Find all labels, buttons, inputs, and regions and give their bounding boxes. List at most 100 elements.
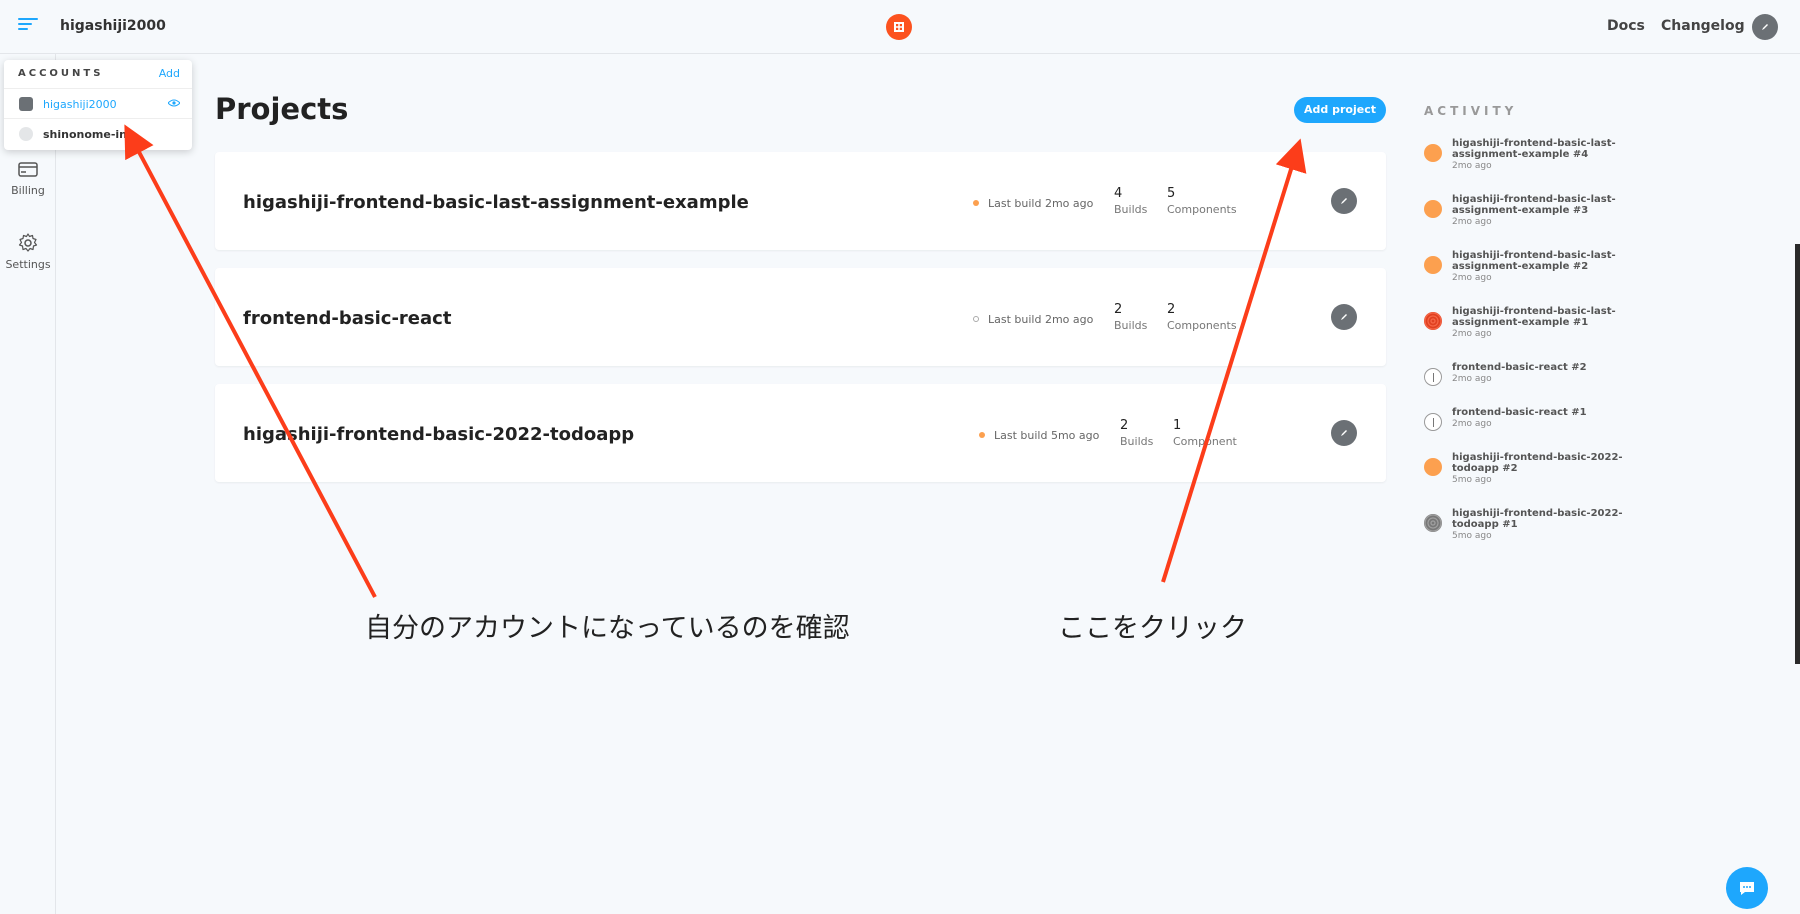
gear-icon [18, 233, 38, 252]
current-account-name[interactable]: higashiji2000 [60, 18, 166, 34]
activity-title: ACTIVITY [1424, 104, 1518, 118]
builds-number: 4 [1114, 186, 1123, 201]
components-label: Components [1167, 319, 1237, 332]
build-status: Last build 2mo ago [973, 197, 1093, 210]
annotation-confirm-account: 自分のアカウントになっているのを確認 [365, 613, 850, 644]
components-count: 1 Component [1173, 418, 1237, 448]
build-status-text: Last build 2mo ago [988, 197, 1094, 210]
add-project-button[interactable]: Add project [1294, 97, 1386, 123]
project-name[interactable]: frontend-basic-react [243, 308, 451, 329]
activity-time: 2mo ago [1452, 374, 1492, 384]
build-status-icon [1424, 368, 1442, 386]
user-avatar[interactable] [1752, 14, 1778, 40]
activity-time: 2mo ago [1452, 161, 1492, 171]
builds-number: 2 [1114, 302, 1123, 317]
activity-text: higashiji-frontend-basic-last-assignment… [1452, 138, 1632, 172]
account-avatar [19, 97, 33, 111]
components-number: 5 [1167, 186, 1176, 201]
activity-label: higashiji-frontend-basic-last-assignment… [1452, 194, 1616, 216]
project-owner-avatar[interactable] [1331, 420, 1357, 446]
activity-label: higashiji-frontend-basic-2022-todoapp #1 [1452, 508, 1623, 530]
build-status: Last build 5mo ago [979, 429, 1099, 442]
activity-time: 2mo ago [1452, 217, 1492, 227]
storybook-logo-icon[interactable] [886, 14, 912, 40]
activity-label: frontend-basic-react #1 [1452, 407, 1587, 418]
top-bar: higashiji2000 Docs Changelog [0, 0, 1800, 54]
docs-link[interactable]: Docs [1607, 18, 1645, 34]
activity-text: higashiji-frontend-basic-2022-todoapp #2… [1452, 452, 1632, 486]
account-item-higashiji2000[interactable]: higashiji2000 [4, 88, 192, 118]
build-status-icon [1424, 458, 1442, 476]
activity-time: 5mo ago [1452, 531, 1492, 541]
activity-label: higashiji-frontend-basic-last-assignment… [1452, 306, 1616, 328]
status-dot [973, 200, 979, 206]
pencil-icon [1341, 430, 1347, 436]
add-account-link[interactable]: Add [159, 67, 180, 80]
eye-icon [168, 99, 180, 107]
activity-text: frontend-basic-react #1 2mo ago [1452, 407, 1632, 430]
components-label: Component [1173, 435, 1237, 448]
activity-label: frontend-basic-react #2 [1452, 362, 1587, 373]
credit-card-icon [18, 162, 38, 177]
components-count: 2 Components [1167, 302, 1237, 332]
project-name[interactable]: higashiji-frontend-basic-last-assignment… [243, 192, 749, 213]
accounts-header: ACCOUNTS [18, 68, 104, 79]
changelog-link[interactable]: Changelog [1661, 18, 1745, 34]
builds-label: Builds [1120, 435, 1154, 448]
project-owner-avatar[interactable] [1331, 304, 1357, 330]
build-status-icon [1424, 256, 1442, 274]
activity-text: higashiji-frontend-basic-last-assignment… [1452, 306, 1632, 340]
project-card[interactable]: higashiji-frontend-basic-last-assignment… [215, 152, 1386, 250]
builds-count: 2 Builds [1114, 302, 1147, 332]
sidebar-item-label: Billing [11, 184, 45, 197]
menu-icon[interactable] [18, 18, 38, 34]
sidebar-item-settings[interactable]: Settings [0, 232, 56, 271]
project-name[interactable]: higashiji-frontend-basic-2022-todoapp [243, 424, 634, 445]
builds-label: Builds [1114, 319, 1148, 332]
components-number: 2 [1167, 302, 1176, 317]
components-count: 5 Components [1167, 186, 1237, 216]
build-status-icon [1424, 413, 1442, 431]
sidebar-item-label: Settings [5, 258, 51, 271]
status-dot [973, 316, 979, 322]
activity-label: higashiji-frontend-basic-last-assignment… [1452, 138, 1616, 160]
pencil-icon [1341, 314, 1347, 320]
build-status-icon [1424, 144, 1442, 162]
chat-button[interactable] [1726, 867, 1768, 909]
scrollbar[interactable] [1795, 244, 1800, 664]
sidebar: Billing Settings [0, 54, 56, 914]
build-status-text: Last build 5mo ago [994, 429, 1100, 442]
builds-label: Builds [1114, 203, 1148, 216]
activity-label: higashiji-frontend-basic-last-assignment… [1452, 250, 1616, 272]
project-card[interactable]: higashiji-frontend-basic-2022-todoapp La… [215, 384, 1386, 482]
project-card[interactable]: frontend-basic-react Last build 2mo ago … [215, 268, 1386, 366]
account-name: higashiji2000 [43, 98, 117, 111]
account-avatar [19, 127, 33, 141]
account-item-shinonome-inc[interactable]: shinonome-inc [4, 118, 192, 148]
pencil-icon [1341, 198, 1347, 204]
activity-text: higashiji-frontend-basic-last-assignment… [1452, 250, 1632, 284]
sidebar-item-billing[interactable]: Billing [0, 158, 56, 197]
annotation-click-here: ここをクリック [1058, 613, 1247, 644]
project-owner-avatar[interactable] [1331, 188, 1357, 214]
activity-text: higashiji-frontend-basic-last-assignment… [1452, 194, 1632, 228]
activity-time: 2mo ago [1452, 329, 1492, 339]
status-dot [979, 432, 985, 438]
activity-text: higashiji-frontend-basic-2022-todoapp #1… [1452, 508, 1632, 542]
components-label: Components [1167, 203, 1237, 216]
build-status-icon [1424, 200, 1442, 218]
activity-text: frontend-basic-react #2 2mo ago [1452, 362, 1632, 385]
chat-bubble-icon [1740, 882, 1754, 895]
activity-label: higashiji-frontend-basic-2022-todoapp #2 [1452, 452, 1623, 474]
page-title: Projects [215, 92, 349, 126]
pencil-icon [1762, 24, 1768, 30]
account-name: shinonome-inc [43, 128, 134, 141]
build-status-icon [1424, 312, 1442, 330]
components-number: 1 [1173, 418, 1182, 433]
build-status: Last build 2mo ago [973, 313, 1093, 326]
activity-time: 2mo ago [1452, 419, 1492, 429]
build-status-text: Last build 2mo ago [988, 313, 1094, 326]
activity-time: 2mo ago [1452, 273, 1492, 283]
builds-number: 2 [1120, 418, 1129, 433]
builds-count: 2 Builds [1120, 418, 1153, 448]
